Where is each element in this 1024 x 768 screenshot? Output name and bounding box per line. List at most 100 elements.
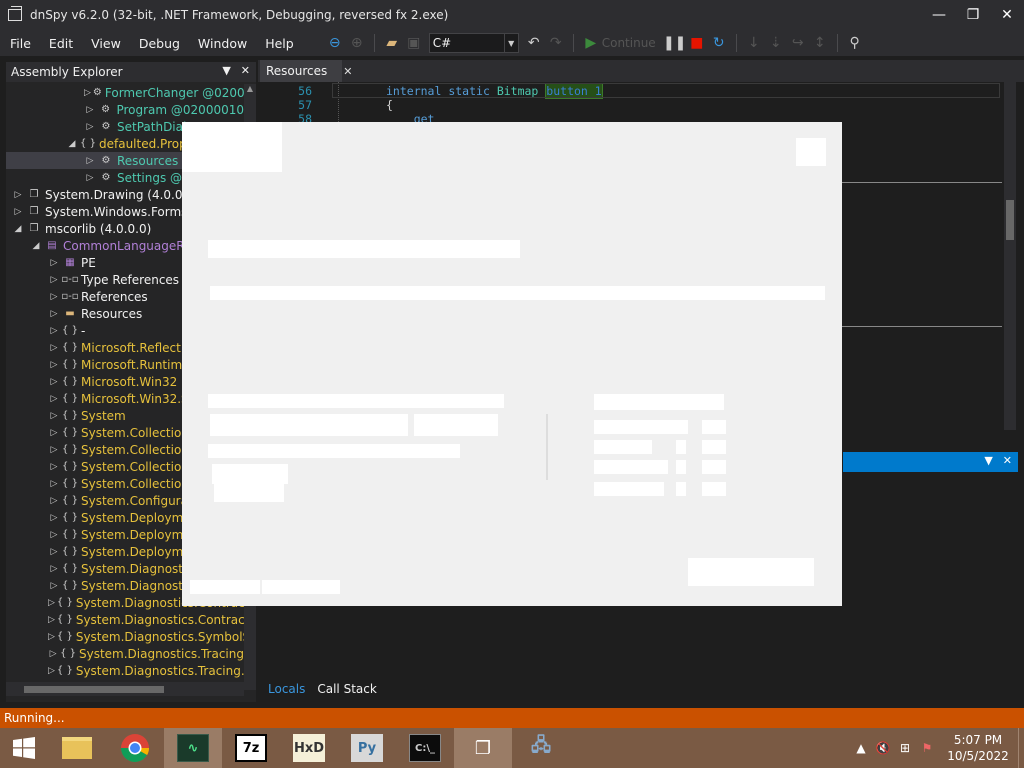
file-explorer-icon[interactable] — [48, 728, 106, 768]
continue-label[interactable]: Continue — [602, 36, 656, 50]
save-icon[interactable]: ▣ — [403, 32, 425, 54]
scroll-up-icon[interactable]: ▲ — [244, 84, 256, 98]
tree-item[interactable]: ▷{ } System.Diagnostics.SymbolSt — [6, 628, 244, 645]
tab-call-stack[interactable]: Call Stack — [311, 682, 382, 700]
close-icon[interactable]: ✕ — [241, 64, 250, 77]
collapsed-arrow-icon[interactable]: ▷ — [48, 615, 55, 625]
search-icon[interactable]: ⚲ — [844, 32, 866, 54]
expanded-arrow-icon[interactable]: ◢ — [66, 139, 78, 149]
chevron-up-icon[interactable]: ▲ — [850, 741, 872, 755]
chevron-down-icon[interactable]: ▼ — [984, 454, 992, 467]
collapsed-arrow-icon[interactable]: ▷ — [48, 564, 60, 574]
collapsed-arrow-icon[interactable]: ▷ — [48, 326, 60, 336]
collapsed-arrow-icon[interactable]: ▷ — [48, 530, 60, 540]
collapsed-arrow-icon[interactable]: ▷ — [48, 496, 60, 506]
collapsed-arrow-icon[interactable]: ▷ — [48, 411, 60, 421]
collapsed-arrow-icon[interactable]: ▷ — [48, 479, 60, 489]
collapsed-arrow-icon[interactable]: ▷ — [48, 666, 55, 676]
collapsed-arrow-icon[interactable]: ▷ — [48, 547, 60, 557]
language-select[interactable]: C# ▼ — [428, 33, 519, 53]
expanded-arrow-icon[interactable]: ◢ — [30, 241, 42, 251]
stop-icon[interactable]: ■ — [686, 32, 708, 54]
collapsed-arrow-icon[interactable]: ▷ — [48, 258, 60, 268]
network-icon[interactable]: 🖧 — [512, 728, 570, 768]
collapsed-arrow-icon[interactable]: ▷ — [84, 156, 96, 166]
expanded-arrow-icon[interactable]: ◢ — [12, 224, 24, 234]
close-button[interactable]: ✕ — [990, 0, 1024, 30]
forward-icon[interactable]: ⊕ — [346, 32, 368, 54]
pause-icon[interactable]: ❚❚ — [663, 32, 686, 54]
collapsed-arrow-icon[interactable]: ▷ — [12, 207, 24, 217]
folder-icon: ▬ — [65, 308, 75, 319]
restart-icon[interactable]: ↻ — [708, 32, 730, 54]
network-tray-icon[interactable]: ⊞ — [894, 741, 916, 755]
close-icon[interactable]: ✕ — [1003, 454, 1012, 467]
collapsed-arrow-icon[interactable]: ▷ — [48, 394, 60, 404]
editor-vertical-scrollbar[interactable] — [1004, 82, 1016, 430]
volume-muted-icon[interactable]: 🔇 — [872, 741, 894, 755]
redacted-button[interactable] — [688, 558, 814, 586]
redo-icon[interactable]: ↷ — [545, 32, 567, 54]
flag-alert-icon[interactable]: ⚑ — [916, 741, 938, 755]
chrome-icon[interactable] — [106, 728, 164, 768]
collapsed-arrow-icon[interactable]: ▷ — [48, 598, 55, 608]
collapsed-arrow-icon[interactable]: ▷ — [48, 513, 60, 523]
collapsed-arrow-icon[interactable]: ▷ — [84, 122, 96, 132]
menu-window[interactable]: Window — [188, 36, 255, 51]
collapsed-arrow-icon[interactable]: ▷ — [48, 462, 60, 472]
menu-edit[interactable]: Edit — [39, 36, 81, 51]
tree-item[interactable]: ▷{ } System.Diagnostics.Contracts — [6, 611, 244, 628]
collapsed-arrow-icon[interactable]: ▷ — [84, 105, 96, 115]
minimize-button[interactable]: — — [922, 0, 956, 30]
collapsed-arrow-icon[interactable]: ▷ — [84, 173, 96, 183]
dnspy-icon[interactable]: ❐ — [454, 728, 512, 768]
collapsed-arrow-icon[interactable]: ▷ — [84, 88, 91, 98]
step-out-icon[interactable]: ↪ — [787, 32, 809, 54]
menu-view[interactable]: View — [81, 36, 129, 51]
collapsed-arrow-icon[interactable]: ▷ — [48, 428, 60, 438]
scroll-thumb[interactable] — [1006, 200, 1014, 240]
step-over-icon[interactable]: ⇣ — [765, 32, 787, 54]
collapsed-arrow-icon[interactable]: ▷ — [48, 649, 58, 659]
undo-icon[interactable]: ↶ — [523, 32, 545, 54]
continue-icon[interactable]: ▶ — [580, 32, 602, 54]
close-tab-icon[interactable]: ✕ — [343, 65, 352, 78]
step-into-icon[interactable]: ↓ — [743, 32, 765, 54]
collapsed-arrow-icon[interactable]: ▷ — [12, 190, 24, 200]
chevron-down-icon[interactable]: ▼ — [222, 64, 230, 77]
tab-resources[interactable]: Resources ✕ — [260, 60, 353, 82]
back-icon[interactable]: ⊖ — [324, 32, 346, 54]
collapsed-arrow-icon[interactable]: ▷ — [48, 445, 60, 455]
menu-help[interactable]: Help — [255, 36, 302, 51]
menu-debug[interactable]: Debug — [129, 36, 188, 51]
tree-item[interactable]: ▷⚙FormerChanger @0200000 — [6, 84, 244, 101]
hxd-icon[interactable]: HxD — [280, 728, 338, 768]
7zip-icon[interactable]: 7z — [222, 728, 280, 768]
clock[interactable]: 5:07 PM 10/5/2022 — [938, 732, 1018, 764]
cmd-icon[interactable]: C:\_ — [396, 728, 454, 768]
collapsed-arrow-icon[interactable]: ▷ — [48, 360, 60, 370]
collapsed-arrow-icon[interactable]: ▷ — [48, 343, 60, 353]
start-button[interactable] — [0, 728, 48, 768]
namespace-icon: { } — [80, 138, 96, 149]
collapsed-arrow-icon[interactable]: ▷ — [48, 292, 60, 302]
open-folder-icon[interactable]: ▰ — [381, 32, 403, 54]
scroll-thumb[interactable] — [24, 686, 164, 693]
tree-item[interactable]: ▷ ⚙ Program @02000010 — [6, 101, 244, 118]
tab-locals[interactable]: Locals — [262, 682, 311, 700]
collapsed-arrow-icon[interactable]: ▷ — [48, 309, 60, 319]
activity-monitor-icon[interactable]: ∿ — [164, 728, 222, 768]
show-desktop-button[interactable] — [1018, 728, 1024, 768]
collapsed-arrow-icon[interactable]: ▷ — [48, 581, 60, 591]
show-next-statement-icon[interactable]: ↕ — [809, 32, 831, 54]
python-icon[interactable]: Py — [338, 728, 396, 768]
collapsed-arrow-icon[interactable]: ▷ — [48, 632, 55, 642]
collapsed-arrow-icon[interactable]: ▷ — [48, 377, 60, 387]
tree-item[interactable]: ▷{ } System.Diagnostics.Tracing — [6, 645, 244, 662]
clock-time: 5:07 PM — [953, 733, 1003, 747]
tree-horizontal-scrollbar[interactable] — [6, 682, 244, 696]
menu-file[interactable]: File — [0, 36, 39, 51]
maximize-button[interactable]: ❐ — [956, 0, 990, 30]
collapsed-arrow-icon[interactable]: ▷ — [48, 275, 60, 285]
tree-item[interactable]: ▷{ } System.Diagnostics.Tracing.In — [6, 662, 244, 679]
